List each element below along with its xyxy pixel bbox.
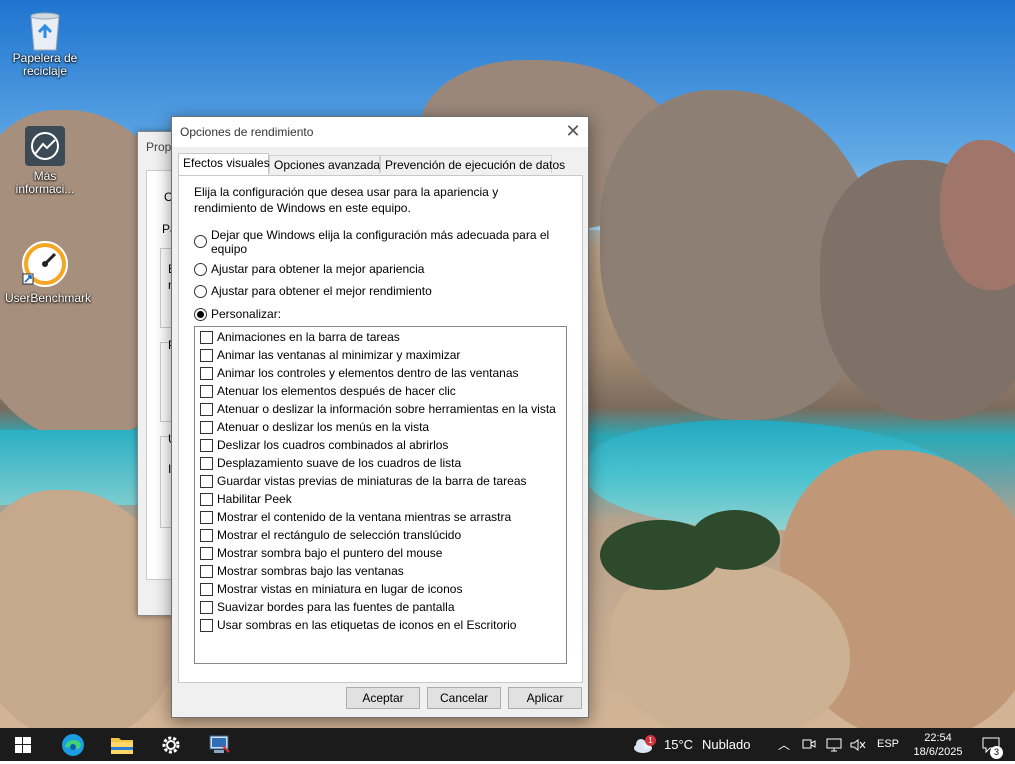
radio-label: Ajustar para obtener el mejor rendimient… bbox=[211, 284, 432, 298]
checkbox[interactable] bbox=[200, 511, 213, 524]
notification-center-button[interactable]: 3 bbox=[980, 728, 1010, 761]
accept-button[interactable]: Aceptar bbox=[346, 687, 420, 709]
computer-icon bbox=[209, 735, 230, 753]
checkbox[interactable] bbox=[200, 619, 213, 632]
gear-icon bbox=[162, 736, 180, 753]
option-label: Animar los controles y elementos dentro … bbox=[217, 366, 519, 380]
checkbox[interactable] bbox=[200, 457, 213, 470]
option-label: Usar sombras en las etiquetas de iconos … bbox=[217, 618, 517, 632]
checkbox[interactable] bbox=[200, 439, 213, 452]
option-label: Mostrar vistas en miniatura en lugar de … bbox=[217, 582, 463, 596]
apply-button[interactable]: Aplicar bbox=[508, 687, 582, 709]
radio-label: Ajustar para obtener la mejor apariencia bbox=[211, 262, 425, 276]
desktop-icon-recycle-bin[interactable]: Papelera de reciclaje bbox=[5, 8, 85, 78]
notification-count: 3 bbox=[990, 746, 1003, 759]
clock-date: 18/6/2025 bbox=[913, 746, 963, 758]
radio-indicator[interactable] bbox=[194, 235, 207, 248]
clock[interactable]: 22:54 18/6/2025 bbox=[905, 728, 971, 761]
option-label: Desplazamiento suave de los cuadros de l… bbox=[217, 456, 462, 470]
checkbox[interactable] bbox=[200, 475, 213, 488]
gauge-icon bbox=[21, 240, 69, 288]
start-button[interactable] bbox=[3, 728, 43, 761]
info-icon bbox=[25, 126, 65, 166]
intro-text: Elija la configuración que desea usar pa… bbox=[194, 185, 499, 215]
show-hidden-icons-button[interactable]: ︿ bbox=[778, 728, 792, 761]
option-label: Suavizar bordes para las fuentes de pant… bbox=[217, 600, 455, 614]
tab-data-execution-prevention[interactable]: Prevención de ejecución de datos bbox=[380, 155, 565, 173]
checkbox[interactable] bbox=[200, 583, 213, 596]
visual-effects-list[interactable]: Animaciones en la barra de tareas Animar… bbox=[194, 326, 567, 664]
checkbox[interactable] bbox=[200, 547, 213, 560]
radio-label: Dejar que Windows elija la configuración… bbox=[211, 228, 549, 256]
desktop-icon-label: Más informaci... bbox=[15, 169, 75, 196]
camera-icon bbox=[802, 739, 816, 749]
checkbox[interactable] bbox=[200, 403, 213, 416]
meet-now-button[interactable] bbox=[802, 728, 818, 761]
network-icon bbox=[826, 738, 842, 752]
system-properties-taskbar-button[interactable] bbox=[200, 728, 240, 761]
radio-indicator-selected[interactable] bbox=[194, 308, 207, 321]
close-button[interactable]: ✕ bbox=[558, 117, 588, 147]
tab-visual-effects[interactable]: Efectos visuales bbox=[178, 153, 270, 175]
wallpaper-tree bbox=[690, 510, 780, 570]
language-indicator[interactable]: ESP bbox=[877, 728, 899, 761]
desktop-icon-info[interactable]: Más informaci... bbox=[5, 126, 85, 196]
volume-muted-icon bbox=[850, 739, 866, 751]
chevron-up-icon: ︿ bbox=[778, 738, 791, 752]
weather-temp: 15°C bbox=[664, 737, 694, 752]
clock-time: 22:54 bbox=[924, 732, 952, 744]
checkbox[interactable] bbox=[200, 367, 213, 380]
checkbox[interactable] bbox=[200, 565, 213, 578]
close-icon: ✕ bbox=[565, 121, 581, 141]
option-label: Atenuar o deslizar los menús en la vista bbox=[217, 420, 430, 434]
dialog-title: Opciones de rendimiento bbox=[180, 125, 314, 139]
option-label: Atenuar o deslizar la información sobre … bbox=[217, 402, 556, 416]
taskbar: 1 15°C Nublado ︿ ESP 22:54 18/6/2025 3 bbox=[0, 728, 1015, 761]
desktop-icon-userbenchmark[interactable]: UserBenchmark bbox=[5, 240, 92, 305]
recycle-bin-icon bbox=[25, 8, 65, 51]
checkbox[interactable] bbox=[200, 331, 213, 344]
weather-badge: 1 bbox=[645, 735, 656, 746]
option-label: Mostrar el rectángulo de selección trans… bbox=[217, 528, 462, 542]
option-label: Animar las ventanas al minimizar y maxim… bbox=[217, 348, 461, 362]
checkbox[interactable] bbox=[200, 421, 213, 434]
edge-icon bbox=[62, 733, 84, 756]
title-bar[interactable]: Opciones de rendimiento ✕ bbox=[172, 117, 588, 147]
option-label: Guardar vistas previas de miniaturas de … bbox=[217, 474, 527, 488]
checkbox[interactable] bbox=[200, 349, 213, 362]
file-explorer-button[interactable] bbox=[102, 728, 142, 761]
cancel-button[interactable]: Cancelar bbox=[427, 687, 501, 709]
radio-label: Personalizar: bbox=[211, 307, 282, 321]
checkbox[interactable] bbox=[200, 601, 213, 614]
option-label: Deslizar los cuadros combinados al abrir… bbox=[217, 438, 449, 452]
window-title: Prop bbox=[146, 140, 172, 154]
option-label: Mostrar sombras bajo las ventanas bbox=[217, 564, 404, 578]
edge-browser-button[interactable] bbox=[53, 728, 93, 761]
settings-button[interactable] bbox=[151, 728, 191, 761]
option-label: Mostrar sombra bajo el puntero del mouse bbox=[217, 546, 443, 560]
checkbox[interactable] bbox=[200, 529, 213, 542]
weather-desc: Nublado bbox=[702, 737, 751, 752]
option-label: Habilitar Peek bbox=[217, 492, 292, 506]
visual-effects-panel: Elija la configuración que desea usar pa… bbox=[178, 175, 583, 683]
option-label: Animaciones en la barra de tareas bbox=[217, 330, 400, 344]
option-label: Mostrar el contenido de la ventana mient… bbox=[217, 510, 512, 524]
desktop-icon-label: UserBenchmark bbox=[5, 291, 92, 305]
windows-logo-icon bbox=[15, 736, 31, 753]
option-label: Atenuar los elementos después de hacer c… bbox=[217, 384, 456, 398]
weather-widget[interactable]: 1 15°C Nublado bbox=[630, 728, 760, 761]
network-button[interactable] bbox=[826, 728, 844, 761]
radio-label-line2: equipo bbox=[211, 242, 248, 256]
radio-indicator[interactable] bbox=[194, 263, 207, 276]
radio-indicator[interactable] bbox=[194, 285, 207, 298]
radio-label-line1: Dejar que Windows elija la configuración… bbox=[211, 228, 550, 242]
checkbox[interactable] bbox=[200, 493, 213, 506]
folder-icon bbox=[111, 737, 133, 754]
checkbox[interactable] bbox=[200, 385, 213, 398]
volume-button[interactable] bbox=[850, 728, 868, 761]
tab-advanced-options[interactable]: Opciones avanzadas bbox=[269, 155, 386, 173]
desktop-icon-label: Papelera de reciclaje bbox=[12, 51, 78, 78]
performance-options-dialog[interactable]: Opciones de rendimiento ✕ Efectos visual… bbox=[171, 116, 589, 718]
